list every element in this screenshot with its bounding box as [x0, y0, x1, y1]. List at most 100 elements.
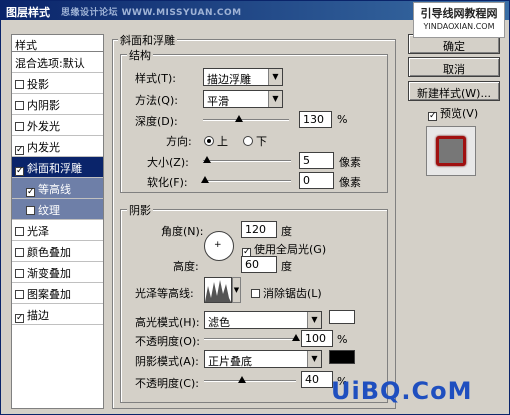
slider-knob[interactable]	[292, 334, 300, 341]
angle-label: 角度(N):	[161, 225, 204, 238]
chevron-down-icon: ▼	[307, 312, 321, 328]
list-item-blending[interactable]: 混合选项:默认	[12, 52, 103, 73]
structure-title: 结构	[127, 47, 153, 63]
checkbox[interactable]	[15, 248, 24, 257]
checkbox[interactable]	[15, 227, 24, 236]
checkbox[interactable]: ✓	[26, 188, 35, 197]
altitude-input[interactable]: 60	[241, 256, 277, 273]
antialias-option[interactable]: 消除锯齿(L)	[251, 285, 322, 301]
highlight-color-swatch[interactable]	[329, 310, 355, 324]
slider-knob[interactable]	[203, 156, 211, 163]
list-item-satin[interactable]: 光泽	[12, 220, 103, 241]
cancel-button[interactable]: 取消	[408, 57, 500, 77]
crosshair-icon: +	[214, 240, 222, 250]
highlight-opacity-slider[interactable]	[204, 334, 300, 341]
site-logo-line1: 引导线网教程网	[420, 7, 498, 20]
method-select[interactable]: 平滑 ▼	[203, 90, 283, 108]
style-select[interactable]: 描边浮雕 ▼	[203, 68, 283, 86]
checkbox[interactable]	[251, 289, 260, 298]
contour-curve-icon	[205, 280, 231, 302]
layer-style-dialog: 图层样式 思缘设计论坛 WWW.MISSYUAN.COM 引导线网教程网 YIN…	[0, 0, 510, 415]
altitude-unit: 度	[281, 260, 292, 273]
style-label: 样式(T):	[135, 72, 177, 85]
style-preview	[426, 126, 476, 176]
watermark-text: 思缘设计论坛 WWW.MISSYUAN.COM	[61, 8, 242, 18]
direction-label: 方向:	[166, 135, 192, 148]
checkbox[interactable]	[26, 206, 35, 215]
altitude-label: 高度:	[173, 260, 199, 273]
list-item-stroke[interactable]: ✓ 描边	[12, 304, 103, 325]
checkbox[interactable]	[15, 80, 24, 89]
list-item-bevel-emboss[interactable]: ✓ 斜面和浮雕	[12, 157, 103, 178]
highlight-mode-label: 高光模式(H):	[135, 316, 200, 329]
shadow-mode-label: 阴影模式(A):	[135, 355, 199, 368]
chevron-down-icon[interactable]: ▼	[232, 277, 241, 303]
preview-option[interactable]: ✓ 预览(V)	[428, 105, 478, 121]
shadow-opacity-slider[interactable]	[204, 376, 296, 383]
soften-unit: 像素	[339, 176, 361, 189]
size-input[interactable]: 5	[299, 152, 334, 169]
list-item-inner-shadow[interactable]: 内阴影	[12, 94, 103, 115]
depth-label: 深度(D):	[135, 115, 178, 128]
checkbox[interactable]	[15, 122, 24, 131]
checkbox[interactable]	[15, 269, 24, 278]
slider-knob[interactable]	[238, 376, 246, 383]
chevron-down-icon: ▼	[307, 351, 321, 367]
slider-knob[interactable]	[235, 115, 243, 122]
highlight-mode-select[interactable]: 滤色 ▼	[204, 311, 322, 329]
chevron-down-icon: ▼	[268, 91, 282, 107]
list-item-contour[interactable]: ✓ 等高线	[12, 178, 103, 199]
checkbox[interactable]	[15, 290, 24, 299]
highlight-opacity-input[interactable]: 100	[301, 330, 333, 347]
size-slider[interactable]	[203, 156, 291, 163]
list-item-inner-glow[interactable]: ✓ 内发光	[12, 136, 103, 157]
list-item-texture[interactable]: 纹理	[12, 199, 103, 220]
list-item-color-overlay[interactable]: 颜色叠加	[12, 241, 103, 262]
checkbox[interactable]: ✓	[15, 167, 24, 176]
uibq-watermark: UiBQ.CoM	[331, 377, 473, 405]
slider-knob[interactable]	[201, 176, 209, 183]
direction-up[interactable]: 上	[204, 133, 228, 149]
list-item-drop-shadow[interactable]: 投影	[12, 73, 103, 94]
angle-dial[interactable]: +	[204, 231, 234, 261]
list-item-gradient-overlay[interactable]: 渐变叠加	[12, 262, 103, 283]
angle-unit: 度	[281, 225, 292, 238]
highlight-opacity-unit: %	[337, 333, 348, 346]
new-style-button[interactable]: 新建样式(W)...	[408, 81, 500, 101]
list-item-outer-glow[interactable]: 外发光	[12, 115, 103, 136]
gloss-contour-label: 光泽等高线:	[135, 287, 194, 300]
site-logo: 引导线网教程网 YINDAOXIAN.COM	[413, 2, 505, 38]
checkbox[interactable]: ✓	[15, 314, 24, 323]
highlight-opacity-label: 不透明度(O):	[135, 335, 200, 348]
chevron-down-icon: ▼	[268, 69, 282, 85]
shading-title: 阴影	[127, 202, 153, 218]
depth-unit: %	[337, 113, 348, 126]
global-light-option[interactable]: ✓ 使用全局光(G)	[242, 241, 326, 257]
gloss-contour-preview[interactable]	[204, 277, 232, 303]
checkbox[interactable]: ✓	[428, 112, 437, 121]
shadow-opacity-input[interactable]: 40	[301, 371, 333, 388]
soften-input[interactable]: 0	[299, 172, 334, 189]
radio-up[interactable]	[204, 136, 214, 146]
window-title: 图层样式	[6, 6, 50, 19]
checkbox[interactable]: ✓	[15, 146, 24, 155]
soften-label: 软化(F):	[147, 176, 188, 189]
radio-down[interactable]	[243, 136, 253, 146]
angle-input[interactable]: 120	[241, 221, 277, 238]
bevel-emboss-title: 斜面和浮雕	[118, 32, 177, 48]
list-item-pattern-overlay[interactable]: 图案叠加	[12, 283, 103, 304]
preview-thumbnail	[436, 136, 466, 166]
depth-input[interactable]: 130	[299, 111, 332, 128]
site-logo-line2: YINDAOXIAN.COM	[423, 22, 495, 31]
shadow-mode-select[interactable]: 正片叠底 ▼	[204, 350, 322, 368]
styles-header[interactable]: 样式	[12, 35, 103, 52]
shadow-opacity-label: 不透明度(C):	[135, 377, 199, 390]
method-label: 方法(Q):	[135, 94, 178, 107]
size-unit: 像素	[339, 156, 361, 169]
styles-list: 样式 混合选项:默认 投影 内阴影 外发光 ✓ 内发光 ✓ 斜面和浮雕 ✓ 等高线 纹…	[11, 34, 104, 409]
soften-slider[interactable]	[201, 176, 291, 183]
depth-slider[interactable]	[203, 115, 289, 122]
checkbox[interactable]	[15, 101, 24, 110]
shadow-color-swatch[interactable]	[329, 350, 355, 364]
direction-down[interactable]: 下	[243, 133, 267, 149]
